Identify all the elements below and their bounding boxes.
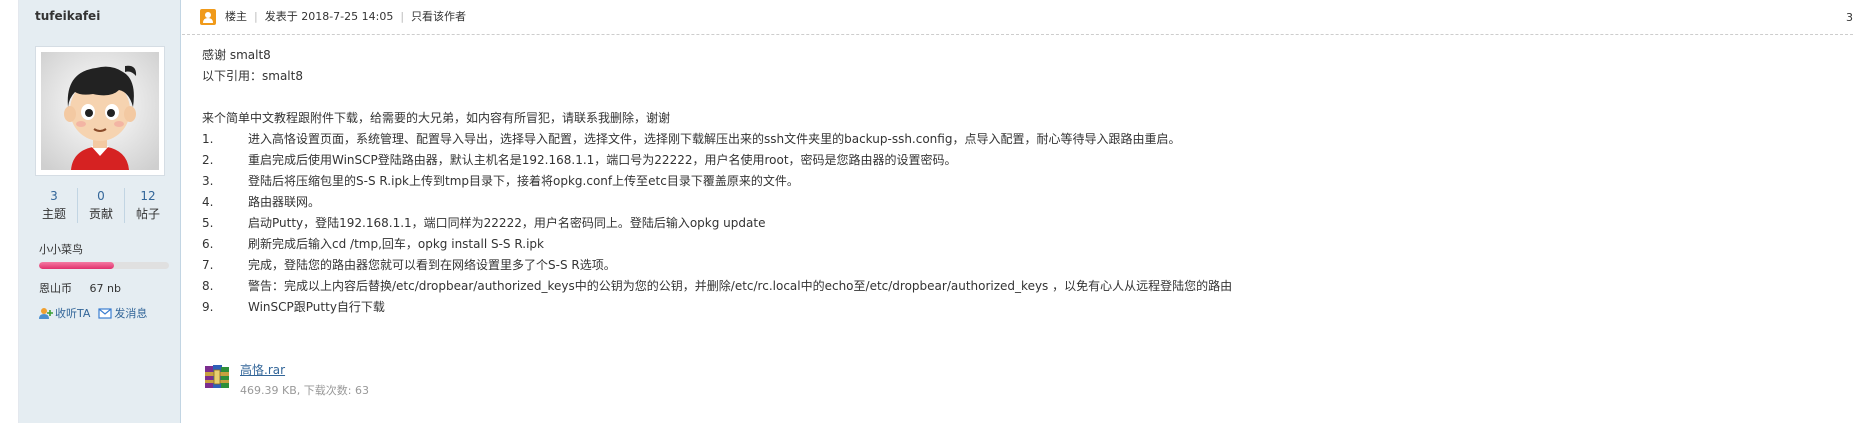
step-text: 启动Putty，登陆192.168.1.1，端口同样为22222，用户名密码同上…	[248, 216, 766, 230]
step-item: 1. 进入高恪设置页面，系统管理、配置导入导出，选择导入配置，选择文件，选择刚下载…	[202, 129, 1232, 150]
step-item: 6. 刷新完成后输入cd /tmp,回车，opkg install S-S R.i…	[202, 234, 1232, 255]
post-line: 来个简单中文教程跟附件下载，给需要的大兄弟，如内容有所冒犯，请联系我删除，谢谢	[202, 111, 671, 125]
step-number: 7.	[202, 258, 214, 272]
follow-icon	[39, 308, 53, 319]
step-number: 3.	[202, 174, 214, 188]
step-text: 登陆后将压缩包里的S-S R.ipk上传到tmp目录下，接着将opkg.conf…	[248, 174, 799, 188]
follow-button[interactable]: 收听TA	[39, 305, 90, 321]
step-text: WinSCP跟Putty自行下载	[248, 300, 385, 314]
left-gutter	[0, 0, 19, 423]
step-number: 1.	[202, 132, 214, 146]
step-item: 3. 登陆后将压缩包里的S-S R.ipk上传到tmp目录下，接着将opkg.co…	[202, 171, 1232, 192]
step-text: 进入高恪设置页面，系统管理、配置导入导出，选择导入配置，选择文件，选择刚下载解压…	[248, 132, 1181, 146]
step-item: 8. 警告：完成以上内容后替换/etc/dropbear/authorized_k…	[202, 276, 1232, 297]
message-label: 发消息	[114, 307, 148, 320]
meta-divider: |	[400, 10, 405, 23]
user-coins: 恩山币 67 nb	[39, 280, 121, 296]
author-stats: 3 主题 0 贡献 12 帖子	[31, 188, 171, 223]
message-icon	[98, 308, 112, 319]
only-author-link[interactable]: 只看该作者	[411, 9, 466, 25]
stat-contributions-label: 贡献	[88, 207, 113, 221]
step-text: 重启完成后使用WinSCP登陆路由器，默认主机名是192.168.1.1，端口号…	[248, 153, 957, 167]
user-rank[interactable]: 小小菜鸟	[39, 241, 83, 257]
step-number: 2.	[202, 153, 214, 167]
step-item: 5. 启动Putty，登陆192.168.1.1，端口同样为22222，用户名密码…	[202, 213, 1232, 234]
post-header: 楼主 | 发表于 2018-7-25 14:05 | 只看该作者 3	[182, 0, 1853, 35]
stat-posts[interactable]: 12 帖子	[125, 188, 171, 223]
coins-value: 67 nb	[89, 282, 121, 295]
step-number: 6.	[202, 237, 214, 251]
post-line	[202, 87, 1232, 108]
floor-number[interactable]: 3	[1846, 11, 1853, 24]
step-text: 完成，登陆您的路由器您就可以看到在网络设置里多了个S-S R选项。	[248, 258, 616, 272]
post-timestamp: 发表于 2018-7-25 14:05	[264, 10, 394, 23]
attachment-link[interactable]: 高恪.rar	[240, 362, 369, 378]
coins-label: 恩山币	[39, 282, 72, 295]
stat-threads-label: 主题	[41, 207, 66, 221]
post-content: 感谢 smalt8 以下引用：smalt8 来个简单中文教程跟附件下载，给需要的…	[202, 45, 1232, 318]
attachment-meta: 469.39 KB, 下载次数: 63	[240, 384, 369, 397]
meta-divider: |	[254, 10, 258, 23]
step-number: 9.	[202, 300, 214, 314]
step-item: 4. 路由器联网。	[202, 192, 1232, 213]
step-text: 警告：完成以上内容后替换/etc/dropbear/authorized_key…	[248, 279, 1233, 293]
step-text: 刷新完成后输入cd /tmp,回车，opkg install S-S R.ipk	[248, 237, 544, 251]
step-item: 9. WinSCP跟Putty自行下载	[202, 297, 1232, 318]
stat-threads-value: 3	[50, 189, 58, 203]
follow-label: 收听TA	[55, 307, 91, 320]
stat-posts-label: 帖子	[135, 207, 160, 221]
avatar-image	[41, 52, 159, 170]
author-actions: 收听TA 发消息	[39, 305, 147, 321]
stat-contributions[interactable]: 0 贡献	[78, 188, 125, 223]
attachment-info: 高恪.rar 469.39 KB, 下载次数: 63	[240, 362, 369, 400]
stat-contributions-value: 0	[97, 189, 105, 203]
author-sidebar: tufeikafei 3 主题 0 贡献 12 帖子 小小菜鸟 恩山币 67 n…	[19, 0, 181, 423]
stat-posts-value: 12	[140, 189, 156, 203]
send-message-button[interactable]: 发消息	[98, 305, 147, 321]
rank-progress-fill	[39, 262, 115, 269]
step-number: 4.	[202, 195, 214, 209]
rar-archive-icon	[202, 362, 232, 392]
post-line: 以下引用：smalt8	[202, 69, 303, 83]
rank-progress-bar	[39, 262, 169, 269]
stat-threads[interactable]: 3 主题	[31, 188, 78, 223]
step-number: 5.	[202, 216, 214, 230]
avatar[interactable]	[35, 46, 165, 176]
post-meta: 楼主 | 发表于 2018-7-25 14:05 | 只看该作者	[225, 9, 466, 25]
step-item: 2. 重启完成后使用WinSCP登陆路由器，默认主机名是192.168.1.1，端…	[202, 150, 1232, 171]
post-line: 感谢 smalt8	[202, 48, 271, 62]
floor-owner-label: 楼主	[225, 10, 247, 23]
step-number: 8.	[202, 279, 214, 293]
author-username[interactable]: tufeikafei	[35, 9, 100, 23]
attachment: 高恪.rar 469.39 KB, 下载次数: 63	[202, 362, 369, 400]
step-text: 路由器联网。	[248, 195, 321, 209]
step-item: 7. 完成，登陆您的路由器您就可以看到在网络设置里多了个S-S R选项。	[202, 255, 1232, 276]
floor-owner-icon	[200, 9, 216, 25]
